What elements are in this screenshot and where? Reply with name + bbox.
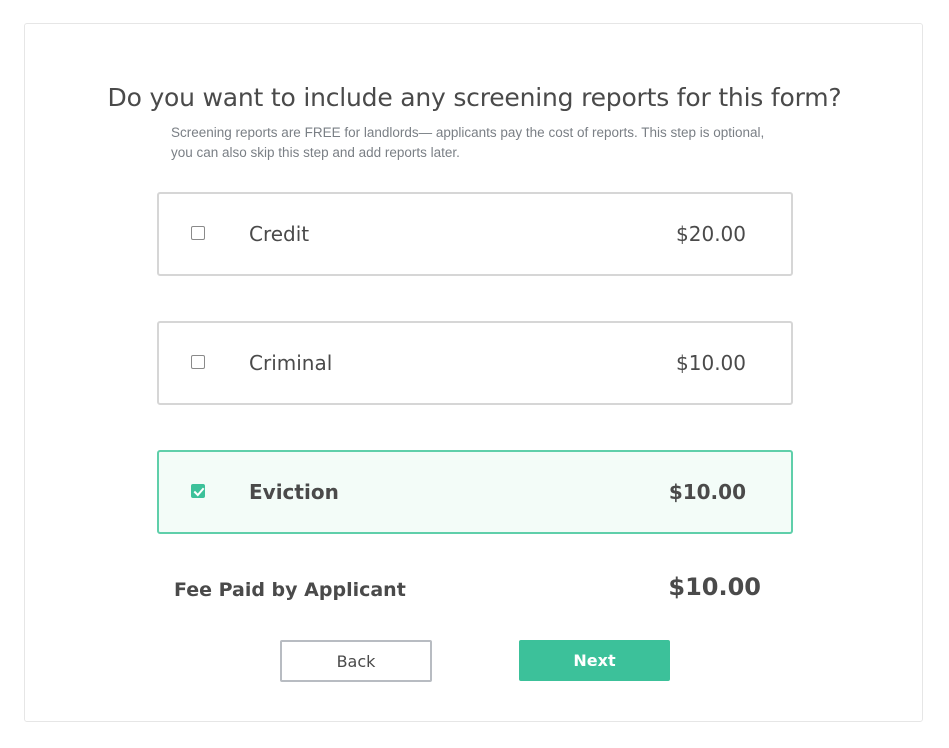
- option-credit[interactable]: Credit $20.00: [157, 192, 793, 276]
- option-eviction[interactable]: Eviction $10.00: [157, 450, 793, 534]
- option-criminal[interactable]: Criminal $10.00: [157, 321, 793, 405]
- option-price: $10.00: [676, 351, 746, 375]
- option-price: $20.00: [676, 222, 746, 246]
- checkmark-icon: [193, 487, 205, 497]
- page-title: Do you want to include any screening rep…: [107, 83, 842, 112]
- checkbox-unchecked-icon[interactable]: [191, 226, 205, 240]
- screening-card: Do you want to include any screening rep…: [24, 23, 923, 722]
- back-button[interactable]: Back: [280, 640, 432, 682]
- fee-total: $10.00: [668, 573, 761, 601]
- option-price: $10.00: [668, 480, 746, 504]
- fee-label: Fee Paid by Applicant: [174, 579, 406, 601]
- option-label: Criminal: [249, 351, 333, 375]
- option-label: Eviction: [249, 480, 339, 504]
- option-label: Credit: [249, 222, 310, 246]
- page-subtitle: Screening reports are FREE for landlords…: [171, 125, 765, 160]
- next-button[interactable]: Next: [519, 640, 670, 681]
- checkbox-unchecked-icon[interactable]: [191, 355, 205, 369]
- checkbox-checked-icon[interactable]: [191, 484, 205, 498]
